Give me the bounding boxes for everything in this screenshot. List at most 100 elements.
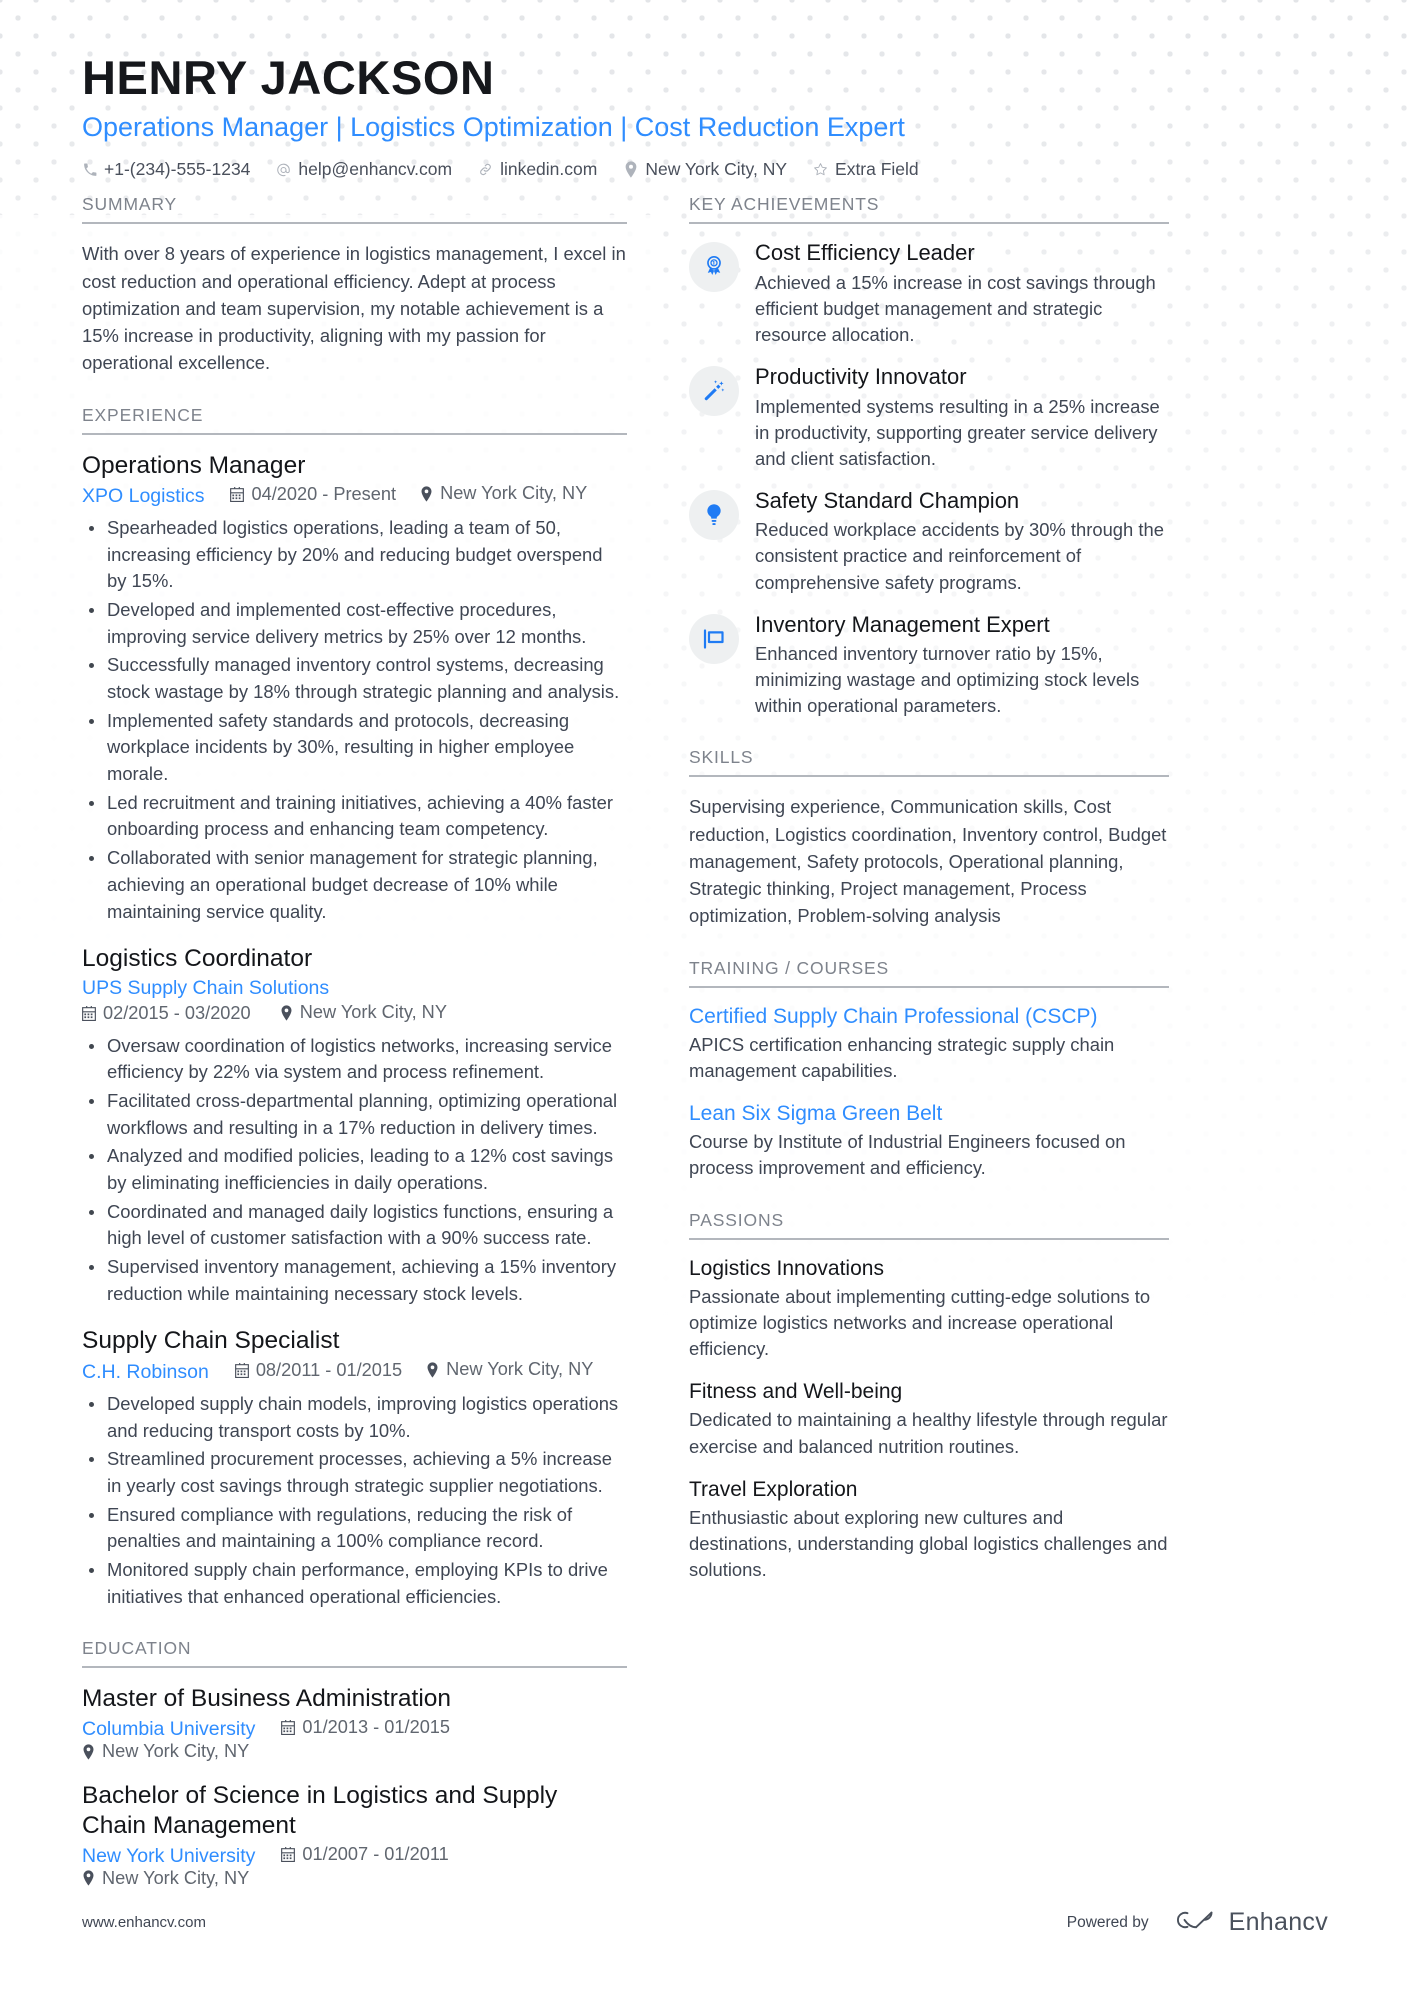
experience-dates-text: 02/2015 - 03/2020 <box>103 1002 251 1023</box>
resume-header: HENRY JACKSON Operations Manager | Logis… <box>82 0 1328 180</box>
contact-linkedin-text: linkedin.com <box>500 159 598 180</box>
location-pin-icon <box>420 486 433 502</box>
achievement-item: Safety Standard Champion Reduced workpla… <box>689 488 1169 596</box>
training-title[interactable]: Certified Supply Chain Professional (CSC… <box>689 1004 1169 1030</box>
experience-bullet: Ensured compliance with regulations, red… <box>82 1502 627 1555</box>
experience-entry: Supply Chain Specialist C.H. Robinson 08… <box>82 1326 627 1610</box>
passions-section-title: PASSIONS <box>689 1210 1169 1240</box>
contact-linkedin[interactable]: linkedin.com <box>478 159 597 180</box>
section-experience: EXPERIENCE Operations Manager XPO Logist… <box>82 405 627 1611</box>
experience-meta: C.H. Robinson 08/2011 - 01/2015 New York… <box>82 1359 627 1384</box>
experience-company[interactable]: XPO Logistics <box>82 485 204 508</box>
education-dates: 01/2013 - 01/2015 <box>281 1717 450 1738</box>
passion-title: Fitness and Well-being <box>689 1380 903 1404</box>
location-pin-icon <box>623 161 638 179</box>
experience-job-title: Operations Manager <box>82 451 306 479</box>
passion-description: Passionate about implementing cutting-ed… <box>689 1285 1151 1360</box>
contact-location[interactable]: New York City, NY <box>623 159 787 180</box>
location-pin-icon <box>280 1005 293 1021</box>
experience-entry: Operations Manager XPO Logistics 04/2020… <box>82 451 627 926</box>
enhancv-brand[interactable]: Enhancv <box>1167 1906 1328 1939</box>
experience-bullet: Supervised inventory management, achievi… <box>82 1254 627 1307</box>
training-description: Course by Institute of Industrial Engine… <box>689 1131 1126 1179</box>
contact-phone[interactable]: +1-(234)-555-1234 <box>82 159 250 180</box>
contact-extra-field[interactable]: Extra Field <box>813 159 919 180</box>
experience-dates-text: 04/2020 - Present <box>251 483 397 504</box>
enhancv-brand-name: Enhancv <box>1228 1908 1328 1936</box>
experience-location: New York City, NY <box>420 483 587 504</box>
star-icon <box>813 162 828 177</box>
passion-item: Logistics Innovations Passionate about i… <box>689 1256 1169 1363</box>
skills-text: Supervising experience, Communication sk… <box>689 796 1167 927</box>
summary-text: With over 8 years of experience in logis… <box>82 243 626 374</box>
location-pin-icon <box>82 1870 95 1887</box>
candidate-headline: Operations Manager | Logistics Optimizat… <box>82 111 905 142</box>
experience-company[interactable]: C.H. Robinson <box>82 1361 209 1384</box>
experience-location-text: New York City, NY <box>299 1002 447 1023</box>
footer-website-url[interactable]: www.enhancv.com <box>82 1914 206 1931</box>
passion-item: Fitness and Well-being Dedicated to main… <box>689 1379 1169 1460</box>
experience-location-text: New York City, NY <box>440 483 588 504</box>
experience-bullet: Led recruitment and training initiatives… <box>82 790 627 843</box>
passion-description: Enthusiastic about exploring new culture… <box>689 1506 1168 1581</box>
contact-email-text: help@enhancv.com <box>298 159 453 180</box>
flag-icon <box>701 628 727 650</box>
experience-bullet-list: Spearheaded logistics operations, leadin… <box>82 515 627 925</box>
location-pin-icon <box>426 1362 439 1378</box>
calendar-icon <box>281 1846 296 1862</box>
experience-bullet: Collaborated with senior management for … <box>82 845 627 925</box>
summary-section-title: SUMMARY <box>82 194 627 225</box>
link-icon <box>478 162 493 177</box>
powered-by-label: Powered by <box>1066 1913 1149 1931</box>
at-email-icon <box>276 162 291 178</box>
resume-page: HENRY JACKSON Operations Manager | Logis… <box>0 0 1410 1917</box>
key-achievements-section-title: KEY ACHIEVEMENTS <box>689 194 1169 225</box>
page-footer: www.enhancv.com Powered by Enhancv <box>82 1906 1328 1939</box>
education-location: New York City, NY <box>82 1741 249 1762</box>
experience-bullet: Implemented safety standards and protoco… <box>82 708 627 788</box>
achievement-icon-badge <box>689 366 739 417</box>
education-dates-text: 01/2013 - 01/2015 <box>302 1717 451 1738</box>
education-entry: Bachelor of Science in Logistics and Sup… <box>82 1781 627 1889</box>
experience-entry: Logistics Coordinator UPS Supply Chain S… <box>82 944 627 1307</box>
training-section-title: TRAINING / COURSES <box>689 958 1169 988</box>
right-column: KEY ACHIEVEMENTS Cost Efficiency Leader … <box>689 194 1169 1611</box>
achievement-description: Reduced workplace accidents by 30% throu… <box>755 519 1164 593</box>
contact-email[interactable]: help@enhancv.com <box>276 159 452 180</box>
contact-extra-field-text: Extra Field <box>835 159 919 180</box>
achievement-title: Productivity Innovator <box>755 364 967 390</box>
experience-bullet: Analyzed and modified policies, leading … <box>82 1143 627 1196</box>
experience-bullet: Successfully managed inventory control s… <box>82 652 627 705</box>
education-degree: Bachelor of Science in Logistics and Sup… <box>82 1782 558 1840</box>
education-entry: Master of Business Administration Columb… <box>82 1684 627 1762</box>
training-item: Certified Supply Chain Professional (CSC… <box>689 1004 1169 1085</box>
experience-dates: 04/2020 - Present <box>230 484 396 505</box>
section-summary: SUMMARY With over 8 years of experience … <box>82 194 627 376</box>
education-meta: Columbia University 01/2013 - 01/2015 Ne… <box>82 1717 627 1762</box>
education-dates: 01/2007 - 01/2011 <box>281 1844 449 1865</box>
experience-company[interactable]: UPS Supply Chain Solutions <box>82 977 601 1000</box>
achievement-icon-badge <box>689 489 739 540</box>
achievement-icon-badge <box>689 242 739 293</box>
education-school[interactable]: Columbia University <box>82 1718 255 1741</box>
experience-bullet-list: Oversaw coordination of logistics networ… <box>82 1033 627 1308</box>
experience-bullet-list: Developed supply chain models, improving… <box>82 1391 627 1611</box>
education-degree: Master of Business Administration <box>82 1685 452 1713</box>
training-title[interactable]: Lean Six Sigma Green Belt <box>689 1101 1169 1127</box>
contact-location-text: New York City, NY <box>645 159 788 180</box>
training-description: APICS certification enhancing strategic … <box>689 1033 1115 1081</box>
contact-phone-text: +1-(234)-555-1234 <box>104 159 251 180</box>
education-school[interactable]: New York University <box>82 1845 255 1868</box>
phone-icon <box>82 163 97 177</box>
education-location-text: New York City, NY <box>102 1867 250 1888</box>
experience-bullet: Coordinated and managed daily logistics … <box>82 1199 627 1252</box>
achievement-item: Productivity Innovator Implemented syste… <box>689 364 1169 472</box>
achievement-body: Inventory Management Expert Enhanced inv… <box>755 612 1169 720</box>
experience-bullet: Spearheaded logistics operations, leadin… <box>82 515 627 595</box>
education-location-text: New York City, NY <box>102 1741 250 1762</box>
experience-bullet: Oversaw coordination of logistics networ… <box>82 1033 627 1086</box>
experience-location-text: New York City, NY <box>446 1359 594 1380</box>
experience-dates: 02/2015 - 03/2020 <box>82 1003 251 1024</box>
location-pin-icon <box>82 1744 95 1760</box>
achievement-title: Safety Standard Champion <box>755 487 1020 513</box>
